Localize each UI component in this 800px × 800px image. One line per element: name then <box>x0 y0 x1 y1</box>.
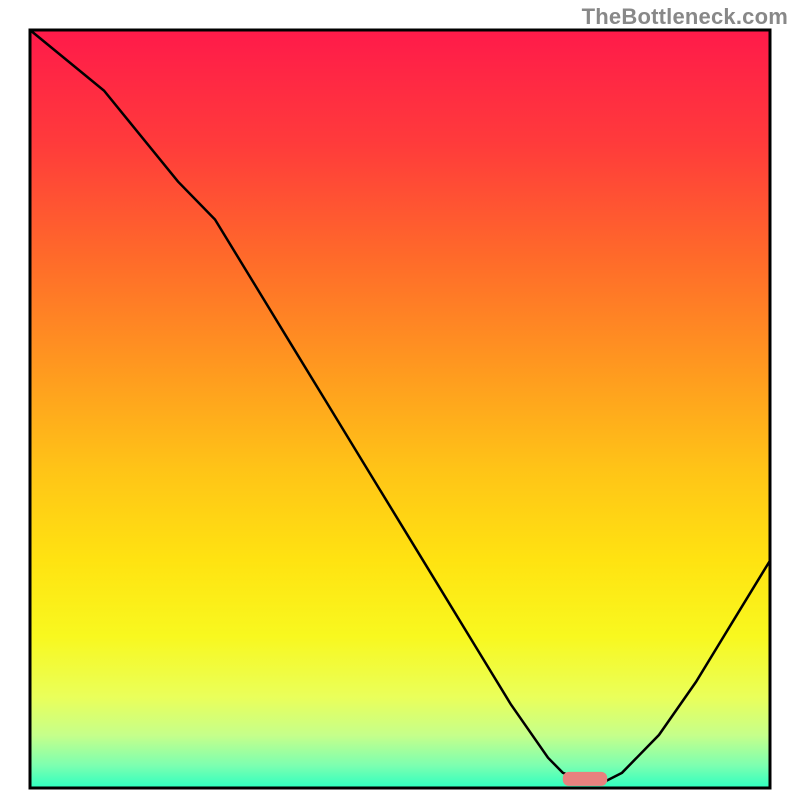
plot-svg <box>0 0 800 800</box>
chart-container: TheBottleneck.com <box>0 0 800 800</box>
optimal-marker <box>563 772 607 786</box>
plot-area <box>30 30 770 788</box>
plot-background <box>30 30 770 788</box>
watermark-text: TheBottleneck.com <box>582 4 788 30</box>
